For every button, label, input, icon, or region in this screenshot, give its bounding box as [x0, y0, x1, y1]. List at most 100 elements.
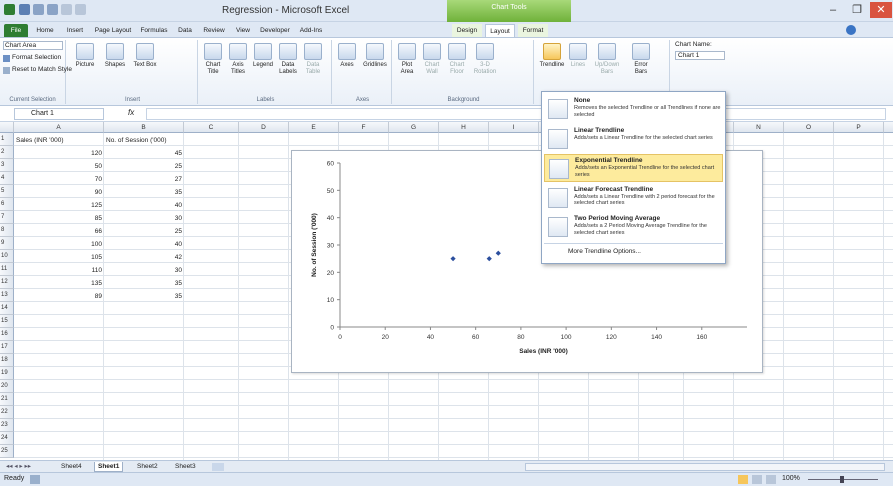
row-header[interactable]: 23 — [0, 419, 14, 432]
error-bars-button[interactable]: Error Bars — [628, 43, 654, 76]
chart-elements-dropdown[interactable]: Chart Area — [3, 41, 63, 50]
save-icon[interactable] — [19, 4, 30, 15]
row-header[interactable]: 9 — [0, 237, 14, 250]
cell[interactable]: 40 — [106, 238, 182, 251]
name-box[interactable]: Chart 1 — [14, 108, 104, 120]
axes-button[interactable]: Axes — [337, 43, 357, 69]
tab-formulas[interactable]: Formulas — [137, 24, 171, 37]
text-box-button[interactable]: Text Box — [132, 43, 158, 69]
insert-sheet-icon[interactable] — [212, 463, 224, 471]
chart-floor-button[interactable]: Chart Floor — [447, 43, 467, 76]
tab-layout[interactable]: Layout — [485, 24, 515, 37]
cell[interactable]: 66 — [16, 225, 102, 238]
tab-page-layout[interactable]: Page Layout — [92, 24, 134, 37]
column-header[interactable]: D — [239, 122, 289, 133]
column-header[interactable]: H — [439, 122, 489, 133]
3d-rotation-button[interactable]: 3-D Rotation — [472, 43, 498, 76]
shapes-button[interactable]: Shapes — [102, 43, 128, 69]
cell[interactable]: 25 — [106, 225, 182, 238]
formula-input[interactable] — [146, 108, 886, 120]
column-header[interactable]: O — [784, 122, 834, 133]
horizontal-scrollbar[interactable] — [525, 463, 885, 471]
page-break-view-icon[interactable] — [766, 475, 776, 484]
insert-function-button[interactable]: fx — [128, 108, 134, 117]
row-header[interactable]: 14 — [0, 302, 14, 315]
minimize-button[interactable]: – — [822, 2, 844, 18]
cell[interactable]: 90 — [16, 186, 102, 199]
row-header[interactable]: 15 — [0, 315, 14, 328]
column-header[interactable]: B — [104, 122, 184, 133]
cell[interactable]: 35 — [106, 277, 182, 290]
cell[interactable]: 42 — [106, 251, 182, 264]
tab-insert[interactable]: Insert — [62, 24, 88, 37]
cell[interactable]: 105 — [16, 251, 102, 264]
row-header[interactable]: 7 — [0, 211, 14, 224]
macro-recording-icon[interactable] — [30, 475, 40, 484]
sheet-tab-sheet2[interactable]: Sheet2 — [134, 462, 161, 472]
row-header[interactable]: 25 — [0, 445, 14, 458]
legend-button[interactable]: Legend — [253, 43, 273, 69]
up-down-bars-button[interactable]: Up/Down Bars — [592, 43, 622, 76]
row-header[interactable]: 17 — [0, 341, 14, 354]
trendline-none-item[interactable]: None Removes the selected Trendline or al… — [544, 95, 723, 123]
sheet-tab-sheet3[interactable]: Sheet3 — [172, 462, 199, 472]
chart-title-button[interactable]: Chart Title — [203, 43, 223, 76]
cell[interactable]: 27 — [106, 173, 182, 186]
page-layout-view-icon[interactable] — [752, 475, 762, 484]
trendline-linear-item[interactable]: Linear Trendline Adds/sets a Linear Trend… — [544, 125, 723, 153]
trendline-linear-forecast-item[interactable]: Linear Forecast Trendline Adds/sets a Lin… — [544, 184, 723, 212]
row-header[interactable]: 20 — [0, 380, 14, 393]
row-header[interactable]: 8 — [0, 224, 14, 237]
row-header[interactable]: 11 — [0, 263, 14, 276]
tab-format[interactable]: Format — [518, 24, 548, 37]
more-trendline-options[interactable]: More Trendline Options... — [568, 248, 641, 255]
plot-area-button[interactable]: Plot Area — [397, 43, 417, 76]
column-header[interactable]: E — [289, 122, 339, 133]
sheet-tab-sheet1[interactable]: Sheet1 — [94, 462, 124, 472]
tab-design[interactable]: Design — [452, 24, 482, 37]
cell[interactable]: 70 — [16, 173, 102, 186]
row-header[interactable]: 22 — [0, 406, 14, 419]
reset-to-match-style-button[interactable]: Reset to Match Style — [12, 66, 72, 73]
restore-button[interactable]: ❐ — [846, 2, 868, 18]
tab-file[interactable]: File — [4, 24, 28, 37]
row-header[interactable]: 6 — [0, 198, 14, 211]
cell[interactable]: 35 — [106, 186, 182, 199]
zoom-slider-thumb[interactable] — [840, 476, 844, 483]
picture-button[interactable]: Picture — [72, 43, 98, 69]
row-header[interactable]: 18 — [0, 354, 14, 367]
help-icon[interactable] — [846, 25, 856, 35]
cell[interactable]: 89 — [16, 290, 102, 303]
row-header[interactable]: 24 — [0, 432, 14, 445]
cell[interactable]: 125 — [16, 199, 102, 212]
data-table-button[interactable]: Data Table — [303, 43, 323, 76]
column-header[interactable]: F — [339, 122, 389, 133]
row-header[interactable]: 10 — [0, 250, 14, 263]
column-header[interactable]: A — [14, 122, 104, 133]
redo-icon[interactable] — [47, 4, 58, 15]
cell[interactable]: 120 — [16, 147, 102, 160]
row-header[interactable]: 12 — [0, 276, 14, 289]
column-header[interactable]: N — [734, 122, 784, 133]
tab-developer[interactable]: Developer — [258, 24, 292, 37]
lines-button[interactable]: Lines — [568, 43, 588, 69]
row-header[interactable]: 3 — [0, 159, 14, 172]
trendline-moving-average-item[interactable]: Two Period Moving Average Adds/sets a 2 P… — [544, 213, 723, 241]
sheet-tab-sheet4[interactable]: Sheet4 — [58, 462, 85, 472]
cell[interactable]: 85 — [16, 212, 102, 225]
undo-icon[interactable] — [33, 4, 44, 15]
row-header[interactable]: 21 — [0, 393, 14, 406]
cell[interactable]: 30 — [106, 264, 182, 277]
customize-qat-icon[interactable] — [75, 4, 86, 15]
row-header[interactable]: 13 — [0, 289, 14, 302]
tab-review[interactable]: Review — [200, 24, 228, 37]
normal-view-icon[interactable] — [738, 475, 748, 484]
tab-add-ins[interactable]: Add-Ins — [296, 24, 326, 37]
gridlines-button[interactable]: Gridlines — [362, 43, 388, 69]
cell[interactable]: 45 — [106, 147, 182, 160]
column-header[interactable]: G — [389, 122, 439, 133]
cell[interactable]: Sales (INR '000) — [16, 134, 102, 147]
cell[interactable]: 50 — [16, 160, 102, 173]
row-header[interactable]: 16 — [0, 328, 14, 341]
cell[interactable]: 35 — [106, 290, 182, 303]
